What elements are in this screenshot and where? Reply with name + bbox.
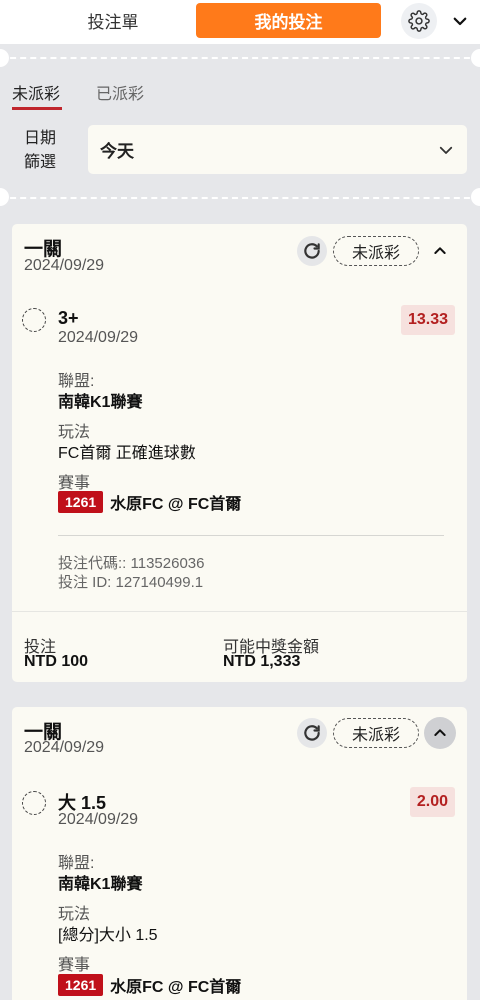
selection-date: 2024/09/29	[58, 329, 139, 346]
chevron-down-icon	[453, 17, 467, 26]
bet-date: 2024/09/29	[24, 257, 105, 274]
bet-id: 投注 ID: 127140499.1	[58, 574, 204, 591]
collapse-bet-button[interactable]	[424, 235, 456, 267]
collapse-bet-button[interactable]	[424, 717, 456, 749]
date-filter-label-line1: 日期	[24, 130, 57, 147]
odds-badge: 13.33	[400, 305, 455, 335]
event-row: 1261 水原FC @ FC首爾	[58, 973, 241, 997]
selection-date: 2024/09/29	[58, 811, 139, 828]
date-filter-select[interactable]: 今天	[88, 125, 467, 174]
status-badge: 未派彩	[333, 718, 419, 748]
date-filter-value: 今天	[100, 142, 134, 161]
market-value: FC首爾 正確進球數	[58, 445, 196, 462]
refresh-icon	[304, 725, 320, 741]
event-row: 1261 水原FC @ FC首爾	[58, 490, 241, 514]
odds-badge: 2.00	[409, 787, 455, 817]
tab-betslip[interactable]: 投注單	[28, 3, 198, 38]
refresh-icon	[304, 243, 320, 259]
chevron-down-icon	[439, 146, 453, 154]
event-id-badge: 1261	[58, 974, 104, 996]
dashed-divider	[0, 197, 480, 199]
bet-code: 投注代碼:: 113526036	[58, 555, 205, 572]
league-value: 南韓K1聯賽	[58, 394, 143, 411]
chevron-up-icon	[434, 729, 446, 736]
event-id-badge: 1261	[58, 491, 104, 513]
dashed-divider	[0, 57, 480, 59]
selection-name: 3+	[58, 308, 79, 328]
event-name: 水原FC @ FC首爾	[110, 496, 242, 513]
card-divider	[58, 535, 444, 536]
gear-icon	[408, 10, 430, 32]
refresh-button[interactable]	[297, 718, 327, 748]
tab-unsettled[interactable]: 未派彩	[12, 80, 63, 110]
chevron-up-icon	[434, 247, 446, 254]
settings-button[interactable]	[401, 3, 437, 39]
market-value: [總分]大小 1.5	[58, 927, 158, 944]
event-label: 賽事	[58, 957, 91, 974]
ticket-notch-right	[471, 188, 480, 206]
bet-card: 一關 2024/09/29 未派彩 3+ 2024/09/29 13.33 聯盟…	[12, 224, 467, 682]
ticket-notch-right	[471, 49, 480, 67]
tab-my-bets[interactable]: 我的投注	[196, 3, 381, 38]
bet-card: 一關 2024/09/29 未派彩 大 1.5 2024/09/29 2.00 …	[12, 707, 467, 1000]
bet-date: 2024/09/29	[24, 739, 105, 756]
status-badge: 未派彩	[333, 236, 419, 266]
league-value: 南韓K1聯賽	[58, 876, 143, 893]
card-footer-divider	[12, 611, 467, 612]
date-filter-label: 日期 篩選	[24, 127, 64, 175]
stake-value: NTD 100	[24, 653, 89, 670]
payout-value: NTD 1,333	[223, 653, 301, 670]
selection-radio[interactable]	[22, 308, 46, 332]
selection-radio[interactable]	[22, 791, 46, 815]
top-bar: 投注單 我的投注	[0, 0, 480, 44]
date-filter-label-line2: 篩選	[24, 154, 57, 171]
tab-settled[interactable]: 已派彩	[96, 80, 144, 108]
ticket-notch-left	[0, 49, 9, 67]
event-name: 水原FC @ FC首爾	[110, 979, 242, 996]
refresh-button[interactable]	[297, 236, 327, 266]
collapse-panel-button[interactable]	[447, 8, 473, 34]
ticket-notch-left	[0, 188, 9, 206]
